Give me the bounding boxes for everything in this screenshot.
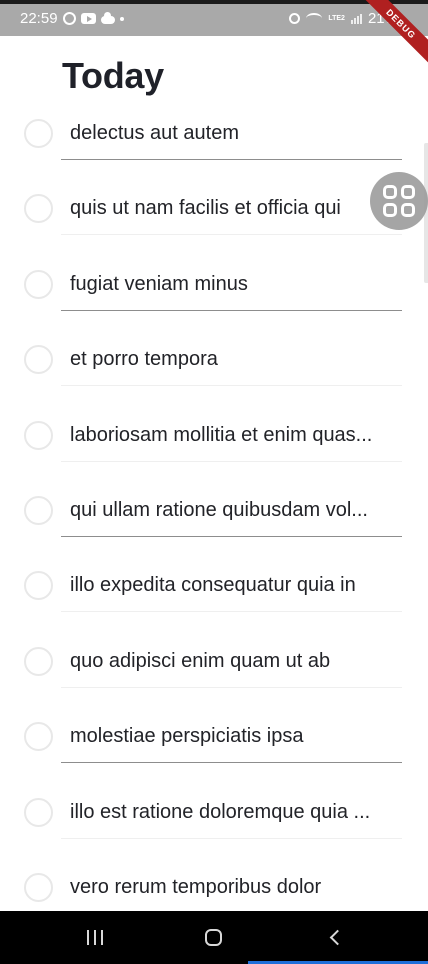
todo-text: quo adipisci enim quam ut ab — [70, 649, 331, 672]
status-time: 22:59 — [20, 10, 58, 27]
page-title: Today — [62, 55, 164, 96]
wifi-icon — [306, 13, 323, 24]
cloud-icon — [100, 11, 115, 24]
todo-text: vero rerum temporibus dolor — [70, 875, 322, 898]
todo-divider — [61, 309, 402, 311]
todo-text: illo expedita consequatur quia in — [70, 574, 356, 597]
todo-checkbox[interactable] — [24, 722, 53, 752]
todo-text: quis ut nam facilis et officia qui — [70, 197, 341, 220]
todo-checkbox[interactable] — [24, 646, 53, 676]
recents-icon[interactable] — [80, 925, 110, 949]
signal-icon — [350, 13, 362, 24]
floating-app-grid-button[interactable] — [370, 172, 428, 230]
todo-checkbox[interactable] — [24, 495, 53, 525]
todo-item[interactable]: et porro tempora — [0, 322, 428, 397]
todo-divider — [61, 535, 402, 537]
todo-checkbox[interactable] — [24, 571, 53, 601]
app-screen: 22:59 LTE2 21% DEBUG Today delectus aut … — [0, 0, 428, 964]
todo-divider — [61, 159, 402, 160]
todo-item[interactable]: molestiae perspiciatis ipsa — [0, 699, 428, 774]
todo-text: laboriosam mollitia et enim quas... — [70, 423, 373, 446]
todo-item[interactable]: illo expedita consequatur quia in — [0, 548, 428, 623]
todo-list: delectus aut autem quis ut nam facilis et… — [0, 96, 428, 925]
todo-item[interactable]: quo adipisci enim quam ut ab — [0, 624, 428, 699]
todo-text: delectus aut autem — [70, 122, 239, 144]
todo-divider — [61, 762, 402, 764]
todo-divider — [61, 837, 402, 839]
todo-item[interactable]: laboriosam mollitia et enim quas... — [0, 398, 428, 473]
status-bar: 22:59 LTE2 21% — [0, 0, 428, 36]
todo-text: molestiae perspiciatis ipsa — [70, 725, 304, 748]
todo-item[interactable]: quis ut nam facilis et officia qui — [0, 171, 428, 246]
whatsapp-icon — [62, 12, 76, 25]
youtube-icon — [80, 13, 96, 24]
back-icon[interactable] — [320, 925, 350, 949]
todo-item[interactable]: illo est ratione doloremque quia ... — [0, 775, 428, 850]
alarm-icon — [289, 13, 301, 24]
notification-dot-icon — [119, 16, 124, 21]
todo-checkbox[interactable] — [24, 872, 53, 902]
lte-label: LTE2 — [328, 15, 345, 22]
app-grid-icon — [383, 185, 397, 199]
app-grid-icon — [383, 203, 397, 217]
todo-item[interactable]: fugiat veniam minus — [0, 247, 428, 322]
todo-item[interactable]: qui ullam ratione quibusdam vol... — [0, 473, 428, 548]
todo-checkbox[interactable] — [24, 194, 53, 224]
todo-checkbox[interactable] — [24, 797, 53, 827]
todo-checkbox[interactable] — [24, 420, 53, 450]
todo-text: illo est ratione doloremque quia ... — [70, 800, 371, 823]
todo-divider — [61, 385, 402, 387]
todo-item[interactable]: delectus aut autem — [0, 96, 428, 171]
home-icon[interactable] — [198, 925, 228, 949]
todo-divider — [61, 611, 402, 613]
todo-checkbox[interactable] — [24, 345, 53, 375]
todo-text: qui ullam ratione quibusdam vol... — [70, 498, 368, 521]
todo-checkbox[interactable] — [24, 119, 53, 148]
navigation-bar — [0, 911, 428, 964]
todo-text: fugiat veniam minus — [70, 272, 248, 295]
todo-divider — [61, 234, 402, 236]
todo-divider — [61, 686, 402, 688]
app-grid-icon — [401, 185, 415, 199]
todo-checkbox[interactable] — [24, 269, 53, 299]
todo-text: et porro tempora — [70, 348, 218, 371]
app-grid-icon — [401, 203, 415, 217]
status-bar-left: 22:59 — [20, 10, 124, 27]
todo-divider — [61, 460, 402, 462]
